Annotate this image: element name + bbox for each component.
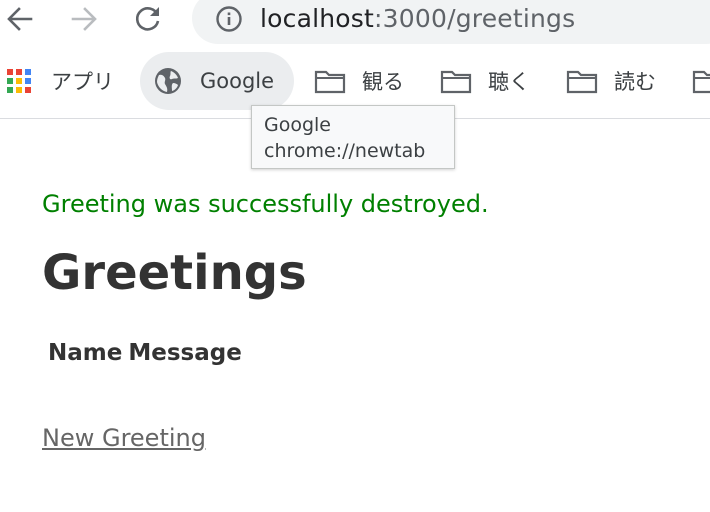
folder-icon [314, 70, 346, 94]
page-title: Greetings [42, 245, 307, 301]
reload-icon [135, 7, 160, 31]
url-text[interactable]: localhost:3000/greetings [260, 2, 575, 36]
info-circle-icon[interactable] [215, 5, 243, 33]
tooltip-title: Google [264, 114, 332, 136]
tooltip-url: chrome://newtab [264, 140, 426, 162]
globe-icon [155, 68, 181, 94]
flash-notice: Greeting was successfully destroyed. [42, 190, 489, 218]
bookmark-folder-label: 聴く [488, 70, 530, 94]
new-greeting-link[interactable]: New Greeting [42, 422, 206, 454]
bookmark-folder-read[interactable]: 読む [566, 52, 656, 110]
table-header-row: Name Message [48, 336, 242, 370]
bookmark-tooltip: Google chrome://newtab [251, 105, 455, 169]
bookmark-apps[interactable]: アプリ [7, 52, 114, 110]
arrow-right-icon [71, 7, 97, 31]
column-header-name: Name [48, 340, 123, 366]
url-host: localhost [260, 4, 375, 33]
bookmark-folder-overflow[interactable] [692, 52, 710, 110]
folder-icon [440, 70, 472, 94]
apps-grid-icon [7, 69, 31, 93]
bookmark-google-label: Google [200, 69, 275, 93]
bookmark-apps-label: アプリ [51, 70, 114, 94]
bookmark-folder-label: 読む [614, 70, 656, 94]
folder-icon [692, 70, 710, 94]
reload-button[interactable] [128, 0, 168, 38]
bookmark-folder-watch[interactable]: 観る [314, 52, 404, 110]
column-header-message: Message [128, 340, 242, 366]
arrow-left-icon [7, 7, 33, 31]
folder-icon [566, 70, 598, 94]
url-path: :3000/greetings [374, 4, 576, 33]
back-button[interactable] [0, 0, 40, 38]
bookmark-google[interactable]: Google [153, 52, 274, 110]
bookmark-folder-listen[interactable]: 聴く [440, 52, 530, 110]
forward-button[interactable] [64, 0, 104, 38]
browser-toolbar: localhost:3000/greetings [0, 0, 710, 44]
greetings-table: Name Message [42, 334, 248, 372]
bookmark-folder-label: 観る [362, 70, 404, 94]
